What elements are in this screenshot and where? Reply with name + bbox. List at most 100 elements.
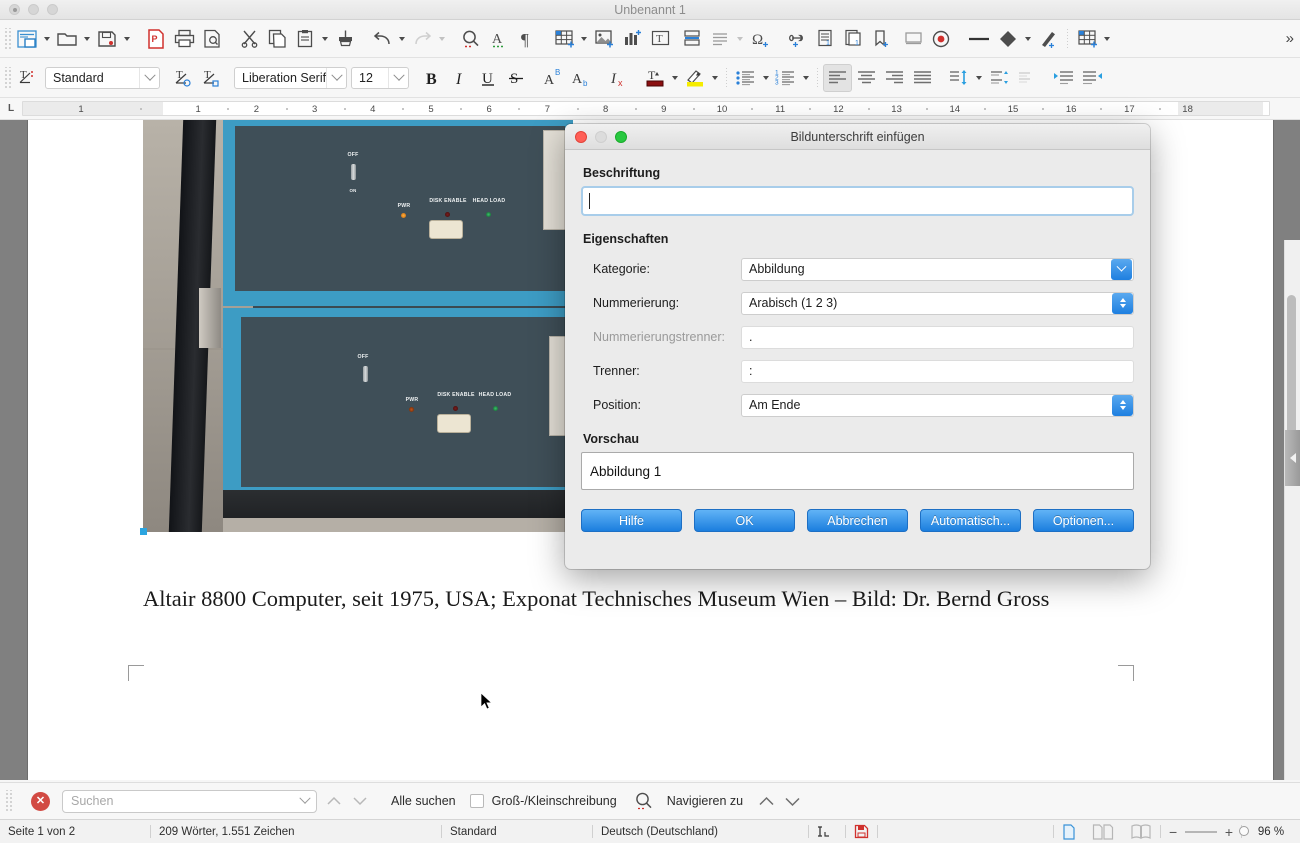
- endnote-icon[interactable]: 1: [839, 25, 867, 53]
- table-icon[interactable]: [550, 25, 578, 53]
- redo-icon[interactable]: [408, 25, 436, 53]
- field-dropdown[interactable]: [734, 25, 746, 53]
- zoom-out-button[interactable]: −: [1161, 820, 1185, 843]
- caption-paragraph[interactable]: Altair 8800 Computer, seit 1975, USA; Ex…: [143, 585, 1083, 614]
- find-all-button[interactable]: Alle suchen: [391, 794, 456, 808]
- magnifier-icon[interactable]: [457, 25, 485, 53]
- options-button[interactable]: Optionen...: [1033, 509, 1134, 532]
- highlight-color-icon[interactable]: [681, 64, 709, 92]
- new-doc-icon[interactable]: [13, 25, 41, 53]
- redo-dropdown[interactable]: [436, 25, 448, 53]
- justified-icon[interactable]: [908, 64, 936, 92]
- increase-paragraph-spacing-icon[interactable]: [985, 64, 1013, 92]
- align-center-icon[interactable]: [852, 64, 880, 92]
- pilcrow-icon[interactable]: ¶: [513, 25, 541, 53]
- line-spacing-dropdown[interactable]: [973, 64, 985, 92]
- save-disk-icon[interactable]: [93, 25, 121, 53]
- subscript-icon[interactable]: Ab: [567, 64, 595, 92]
- undo-icon[interactable]: [368, 25, 396, 53]
- caption-text-input[interactable]: [581, 186, 1134, 216]
- align-right-icon[interactable]: [880, 64, 908, 92]
- open-dropdown[interactable]: [81, 25, 93, 53]
- stepper-icon[interactable]: [1112, 293, 1133, 314]
- comment-record-icon[interactable]: [927, 25, 955, 53]
- bookmark-icon[interactable]: [867, 25, 895, 53]
- sidebar-expand-button[interactable]: [1285, 430, 1300, 486]
- search-field[interactable]: [63, 794, 294, 808]
- separator-input[interactable]: :: [741, 360, 1134, 383]
- position-combobox[interactable]: Am Ende: [741, 394, 1134, 417]
- line-spacing-icon[interactable]: [945, 64, 973, 92]
- new-style-icon[interactable]: T: [197, 64, 225, 92]
- zoom-slider[interactable]: [1185, 825, 1217, 839]
- chevron-double-right-icon[interactable]: »: [1280, 30, 1300, 47]
- ok-button[interactable]: OK: [694, 509, 795, 532]
- toolbar-grip[interactable]: [3, 28, 11, 50]
- paragraph-style-dropdown-arrow[interactable]: [139, 68, 159, 88]
- table-grid-dropdown[interactable]: [1101, 25, 1113, 53]
- superscript-icon[interactable]: AB: [539, 64, 567, 92]
- automatic-button[interactable]: Automatisch...: [920, 509, 1021, 532]
- diamond-shape-icon[interactable]: [994, 25, 1022, 53]
- chevron-down-icon[interactable]: [1111, 259, 1132, 280]
- highlight-color-dropdown[interactable]: [709, 64, 721, 92]
- book-view-icon[interactable]: [1122, 820, 1160, 843]
- hyperlink-icon[interactable]: [783, 25, 811, 53]
- navigate-next-icon[interactable]: [779, 788, 805, 814]
- horizontal-ruler[interactable]: L 1123456789101112131415161718: [0, 98, 1300, 120]
- navigate-previous-icon[interactable]: [753, 788, 779, 814]
- find-next-icon[interactable]: [347, 788, 373, 814]
- export-pdf-icon[interactable]: P: [142, 25, 170, 53]
- status-page-style[interactable]: Standard: [442, 820, 592, 843]
- find-toolbar-grip[interactable]: [4, 790, 12, 812]
- new-doc-dropdown[interactable]: [41, 25, 53, 53]
- paste-dropdown[interactable]: [319, 25, 331, 53]
- paint-brush-icon[interactable]: [331, 25, 359, 53]
- single-page-view-icon[interactable]: [1054, 820, 1084, 843]
- search-history-dropdown[interactable]: [294, 797, 316, 805]
- font-name-combobox[interactable]: Liberation Serif: [234, 67, 347, 89]
- save-dropdown[interactable]: [121, 25, 133, 53]
- find-previous-icon[interactable]: [321, 788, 347, 814]
- update-style-icon[interactable]: T: [169, 64, 197, 92]
- underline-icon[interactable]: U: [474, 64, 502, 92]
- open-folder-icon[interactable]: [53, 25, 81, 53]
- clipboard-icon[interactable]: [291, 25, 319, 53]
- decrease-paragraph-spacing-icon[interactable]: [1013, 64, 1041, 92]
- match-case-checkbox[interactable]: [470, 794, 484, 808]
- zoom-level[interactable]: 96 %: [1242, 820, 1300, 843]
- ruler-track[interactable]: 1123456789101112131415161718: [22, 101, 1270, 116]
- font-size-dropdown-arrow[interactable]: [388, 68, 408, 88]
- status-page-number[interactable]: Seite 1 von 2: [0, 820, 150, 843]
- page-break-icon[interactable]: [678, 25, 706, 53]
- printer-icon[interactable]: [170, 25, 198, 53]
- unsaved-changes-icon[interactable]: [846, 820, 877, 843]
- image-selection-handle[interactable]: [140, 528, 147, 535]
- bold-icon[interactable]: B: [418, 64, 446, 92]
- multi-page-view-icon[interactable]: [1084, 820, 1122, 843]
- text-selection-icon[interactable]: [809, 820, 845, 843]
- line-icon[interactable]: [964, 25, 994, 53]
- find-and-replace-icon[interactable]: [631, 788, 657, 814]
- inserted-image[interactable]: OFF ON PWR DISK ENABLE HEAD LOAD OFF: [143, 120, 573, 532]
- clear-formatting-icon[interactable]: Ix: [604, 64, 632, 92]
- cancel-button[interactable]: Abbrechen: [807, 509, 908, 532]
- shapes-dropdown[interactable]: [1022, 25, 1034, 53]
- match-case-label[interactable]: Groß-/Kleinschreibung: [492, 794, 617, 808]
- help-button[interactable]: Hilfe: [581, 509, 682, 532]
- zoom-in-button[interactable]: +: [1217, 820, 1241, 843]
- text-box-icon[interactable]: T: [646, 25, 674, 53]
- spellcheck-icon[interactable]: A: [485, 25, 513, 53]
- stepper-icon[interactable]: [1112, 395, 1133, 416]
- search-input[interactable]: [62, 790, 317, 813]
- draw-brush-icon[interactable]: [1034, 25, 1062, 53]
- table-dropdown[interactable]: [578, 25, 590, 53]
- close-icon[interactable]: [31, 792, 50, 811]
- align-left-icon[interactable]: [823, 64, 852, 92]
- unordered-list-dropdown[interactable]: [760, 64, 772, 92]
- paragraph-style-icon[interactable]: T: [13, 64, 41, 92]
- field-lines-icon[interactable]: [706, 25, 734, 53]
- increase-indent-icon[interactable]: [1050, 64, 1078, 92]
- font-color-icon[interactable]: T: [641, 64, 669, 92]
- table-grid-icon[interactable]: [1073, 25, 1101, 53]
